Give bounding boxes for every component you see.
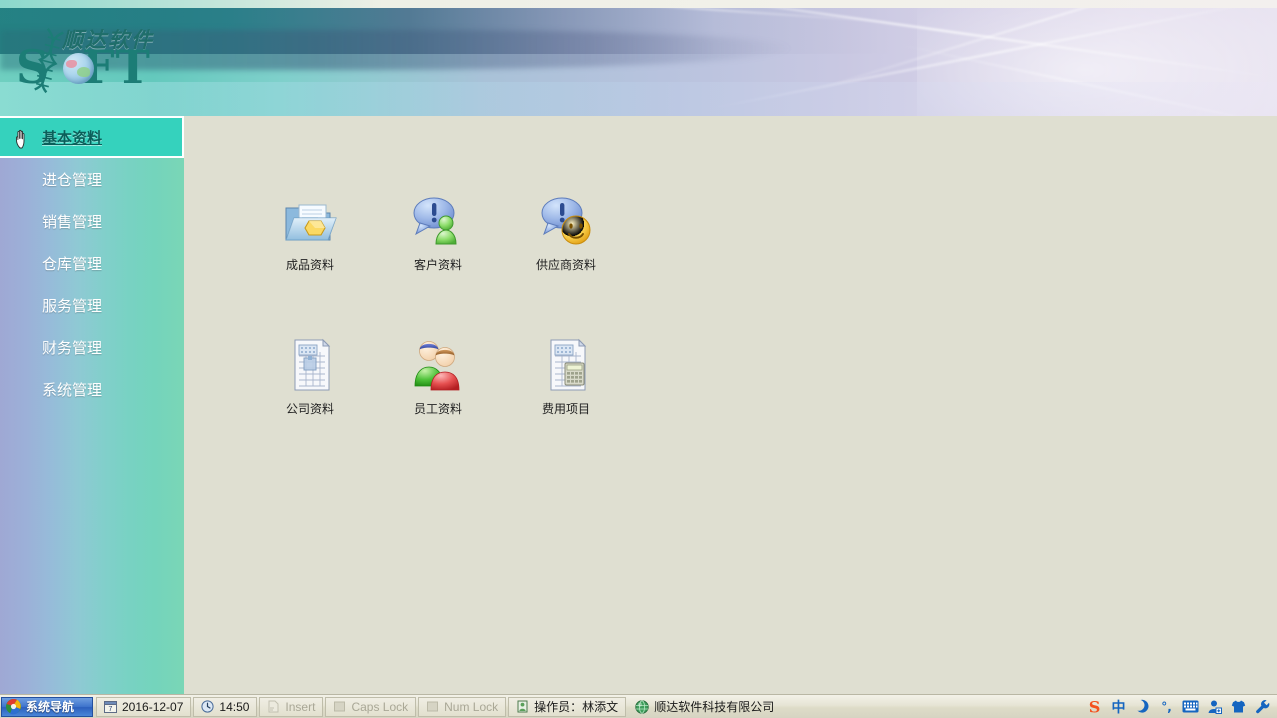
sidebar-item-label: 财务管理 [42,338,103,357]
main-content: 成品资料 客户资料 供应商资料 公司资料 员工资料 费用项目 [184,116,1277,694]
globe-icon [63,53,94,84]
sidebar-item-basic-data[interactable]: 基本资料 [0,116,184,158]
app-icon-label: 成品资料 [285,258,334,272]
status-insert-label: Insert [285,699,316,714]
moon-icon[interactable] [1134,698,1151,715]
sidebar-item-warehouse[interactable]: 仓库管理 [0,242,184,284]
status-operator-cell[interactable]: 操作员：林添文 [508,696,627,717]
sogou-logo-icon[interactable]: S [1086,697,1103,716]
hand-cursor-icon [16,129,25,149]
sidebar-item-service[interactable]: 服务管理 [0,284,184,326]
status-insert-cell: Insert [259,696,324,717]
status-time: 14:50 [219,699,250,714]
chat-person-green-icon [410,192,466,250]
chinese-input-mode-icon[interactable]: 中 [1110,698,1127,716]
caps-lock-icon [334,701,346,712]
app-icon-label: 费用项目 [541,402,590,416]
header-banner: 顺达软件 SoFT [0,0,1277,116]
app-icon-finished-goods[interactable]: 成品资料 [246,192,374,336]
banner-top-sheen [0,0,1277,8]
system-tray: S 中 °, [1082,696,1277,718]
app-icon-expense-item[interactable]: 费用项目 [502,336,630,480]
sidebar-item-label: 服务管理 [42,296,103,315]
status-numlock-cell: Num Lock [418,696,507,717]
icon-grid: 成品资料 客户资料 供应商资料 公司资料 员工资料 费用项目 [246,192,630,480]
sidebar-item-system[interactable]: 系统管理 [0,368,184,410]
folder-box-icon [282,192,338,250]
toolbox-wrench-icon[interactable] [1254,698,1271,715]
svg-text:7: 7 [109,706,113,713]
sidebar-item-label: 系统管理 [42,380,103,399]
clock-icon [201,700,214,713]
document-building-icon [282,336,338,394]
status-bar: 系统导航 7 2016-12-07 14:50 Insert Caps Lock [0,694,1277,718]
status-date: 2016-12-07 [122,699,184,714]
status-company-cell: 顺达软件科技有限公司 [628,697,781,717]
svg-text:S: S [1089,697,1101,716]
app-icon-label: 客户资料 [413,258,462,272]
status-operator: 操作员：林添文 [534,700,619,714]
status-company: 顺达软件科技有限公司 [654,700,775,714]
status-time-cell[interactable]: 14:50 [193,696,258,717]
start-button[interactable]: 系统导航 [1,696,93,717]
start-button-label: 系统导航 [26,700,75,714]
skin-shirt-icon[interactable] [1230,698,1247,715]
status-capslock-label: Caps Lock [351,699,409,714]
two-people-icon [410,336,466,394]
insert-key-icon [268,700,279,713]
num-lock-icon [427,701,439,712]
app-icon-customer[interactable]: 客户资料 [374,192,502,336]
chat-smiley-icon [538,192,594,250]
sidebar-item-label: 仓库管理 [42,254,103,273]
document-calculator-icon [538,336,594,394]
status-capslock-cell: Caps Lock [325,696,417,717]
calendar-icon: 7 [104,701,117,713]
operator-user-icon [517,700,528,713]
app-icon-company[interactable]: 公司资料 [246,336,374,480]
sidebar-item-inbound[interactable]: 进仓管理 [0,158,184,200]
sidebar-item-finance[interactable]: 财务管理 [0,326,184,368]
punctuation-mode-icon[interactable]: °, [1158,698,1175,715]
logo-s: S [16,40,51,94]
status-date-cell[interactable]: 7 2016-12-07 [96,696,192,717]
navigation-globe-icon [6,699,21,715]
sidebar-item-label: 进仓管理 [42,170,103,189]
sidebar-item-label: 销售管理 [42,212,103,231]
soft-keyboard-icon[interactable] [1182,698,1199,715]
app-icon-label: 公司资料 [285,402,334,416]
sidebar-nav: 基本资料 进仓管理 销售管理 仓库管理 服务管理 财务管理 系统管理 [0,116,184,694]
sidebar-item-sales[interactable]: 销售管理 [0,200,184,242]
app-logo: 顺达软件 SoFT [14,22,184,102]
app-icon-employee[interactable]: 员工资料 [374,336,502,480]
sidebar-item-label: 基本资料 [42,128,103,147]
status-numlock-label: Num Lock [444,699,499,714]
app-icon-label: 员工资料 [413,402,462,416]
app-icon-supplier[interactable]: 供应商资料 [502,192,630,336]
app-icon-label: 供应商资料 [535,258,596,272]
banner-lowlight [0,82,1277,116]
globe-icon [635,699,649,714]
user-icon[interactable] [1206,698,1223,715]
